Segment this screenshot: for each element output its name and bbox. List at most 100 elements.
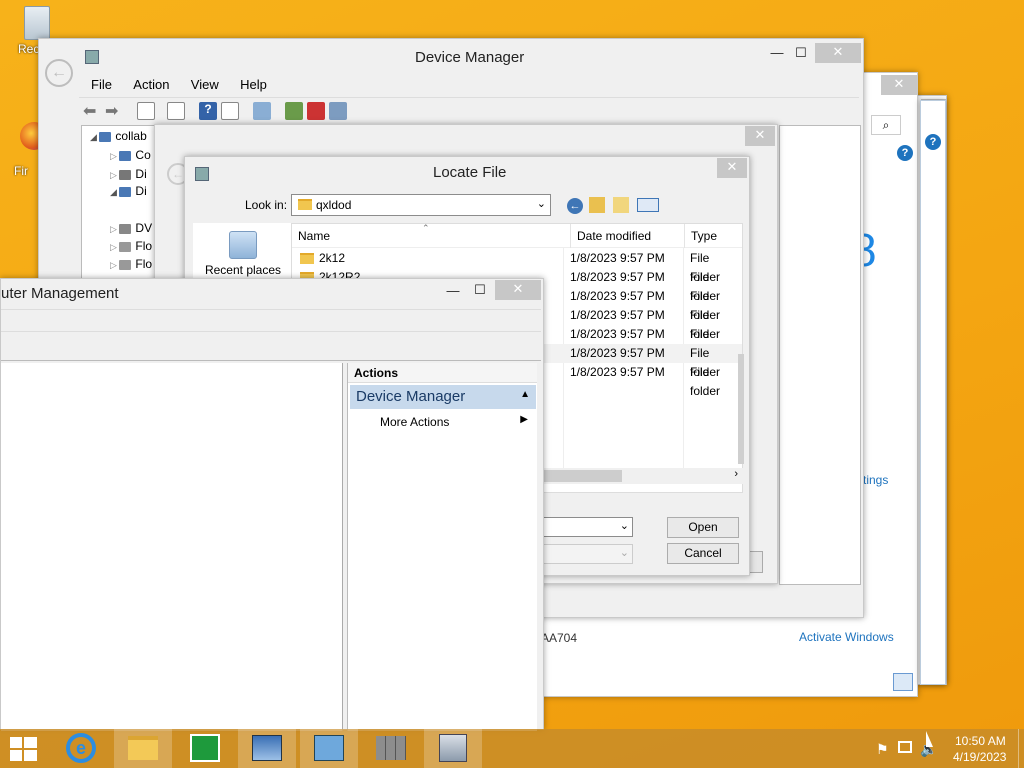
toolbar-area [1,331,541,361]
new-folder-icon[interactable] [613,197,629,213]
collapse-icon[interactable]: ▲ [520,389,530,400]
device-manager-action-header[interactable]: Device Manager ▲ [350,385,536,409]
tree-item[interactable]: ◢ Di [110,184,147,198]
action-pane-icon[interactable] [221,102,239,120]
settings-link[interactable]: tings [863,473,888,487]
view-menu-icon[interactable] [637,198,659,212]
start-button[interactable] [10,737,38,761]
tree-item[interactable]: ▷ Di [110,167,147,181]
column-name[interactable]: Name [298,224,330,248]
sidebar-window-far-right: ? [920,100,946,685]
close-button[interactable]: ✕ [495,280,541,300]
toolbar: ⬅ ➡ ? [79,97,859,121]
console-tree-icon[interactable] [137,102,155,120]
activate-windows-link[interactable]: Activate Windows [799,630,894,644]
folder-icon [298,199,312,211]
tree-item[interactable]: ▷ Co [110,148,151,162]
chevron-down-icon: ⌄ [536,198,546,210]
computer-management-window: uter Management — ☐ ✕ Actions Device Man… [0,278,544,731]
device-manager-content [779,125,861,585]
search-icon[interactable]: ⌕ [871,115,901,135]
actions-header: Actions [348,363,537,383]
uninstall-icon[interactable] [307,102,325,120]
scroll-right-icon[interactable]: › [734,468,738,480]
actions-pane: Actions Device Manager ▲ More Actions ▶ [347,363,537,731]
server-manager-icon[interactable] [300,729,358,768]
maximize-button[interactable]: ☐ [791,44,811,64]
close-button-control-panel[interactable]: ✕ [881,75,917,95]
close-button-update-driver[interactable]: ✕ [745,126,775,146]
more-actions-item[interactable]: More Actions ▶ [350,413,536,433]
recent-places-icon [229,231,257,259]
more-actions-label: More Actions [380,415,450,429]
firewall-icon[interactable] [362,729,420,768]
device-manager-title: Device Manager [415,49,525,66]
look-in-value: qxldod [316,198,352,212]
locate-file-app-icon [195,167,209,181]
computer-management-taskbar-icon[interactable] [424,729,482,768]
recent-places-item[interactable]: Recent places [201,231,285,277]
sort-indicator-icon: ⌃ [422,223,430,233]
tree-item[interactable]: ▷ Flo [110,257,152,271]
product-code: AA704 [541,631,578,645]
look-in-dropdown[interactable]: qxldod ⌄ [291,194,551,216]
up-folder-icon[interactable] [589,197,605,213]
minimize-button[interactable]: — [767,44,787,64]
column-type[interactable]: Type [684,224,717,248]
console-tree-pane [1,363,343,731]
network-icon[interactable] [238,729,296,768]
network-status-icon[interactable] [898,741,912,753]
back-arrow-icon[interactable]: ⬅ [83,101,101,120]
file-explorer-icon[interactable] [114,729,172,768]
scan-hardware-icon[interactable] [253,102,271,120]
forward-arrow-icon[interactable]: ➡ [105,101,123,120]
cancel-button[interactable]: Cancel [667,543,739,564]
menu-file[interactable]: File [91,77,112,92]
help-icon[interactable]: ? [897,145,913,161]
computer-management-title: uter Management [1,285,119,302]
internet-explorer-icon[interactable]: e [52,729,110,768]
vertical-scrollbar[interactable] [738,354,744,464]
action-center-flag-icon[interactable]: ⚑ [876,741,889,758]
look-in-label: Look in: [245,198,288,212]
file-row[interactable]: 2k12 1/8/2023 9:57 PM File folder [292,249,742,284]
clock-time[interactable]: 10:50 AM [955,734,1006,748]
menu-bar: File Action View Help [91,77,285,92]
file-name-input[interactable]: ⌄ [543,517,633,537]
back-icon[interactable]: ← [45,59,73,87]
close-button[interactable]: ✕ [815,43,861,63]
tree-item[interactable]: ▷ DV [110,221,152,235]
update-driver-icon[interactable] [285,102,303,120]
chevron-down-icon: ⌄ [619,547,629,559]
disable-device-icon[interactable] [329,102,347,120]
maximize-button[interactable]: ☐ [471,281,489,301]
menu-bar-area [1,309,541,331]
help-icon-right[interactable]: ? [925,134,941,150]
properties-icon[interactable] [167,102,185,120]
file-list-header: Name ⌃ Date modified Type [292,223,742,248]
file-type-select[interactable]: ⌄ [543,544,633,564]
menu-view[interactable]: View [191,77,219,92]
submenu-arrow-icon: ▶ [520,414,528,425]
column-date-modified[interactable]: Date modified [570,224,651,248]
store-icon[interactable] [176,729,234,768]
tree-item[interactable]: ▷ Flo [110,239,152,253]
menu-action[interactable]: Action [133,77,169,92]
taskbar: e ⚑ 🔈 10:50 AM 4/19/2023 [0,729,1024,768]
open-button[interactable]: Open [667,517,739,538]
locate-file-title: Locate File [433,164,507,181]
recent-places-label: Recent places [204,263,282,277]
device-manager-app-icon [85,50,99,64]
chevron-down-icon: ⌄ [619,520,629,532]
show-desktop-button[interactable] [1018,729,1024,768]
device-manager-action-label: Device Manager [356,388,466,405]
minimize-button[interactable]: — [445,282,461,302]
back-nav-icon[interactable]: ← [567,198,583,214]
mouse-cursor-icon [926,731,933,747]
details-view-icon[interactable] [893,673,913,691]
close-button-locate-file[interactable]: ✕ [717,158,747,178]
help-toolbar-icon[interactable]: ? [199,102,217,120]
clock-date[interactable]: 4/19/2023 [953,750,1006,764]
tree-root[interactable]: ◢ collab [90,129,147,143]
menu-help[interactable]: Help [240,77,267,92]
